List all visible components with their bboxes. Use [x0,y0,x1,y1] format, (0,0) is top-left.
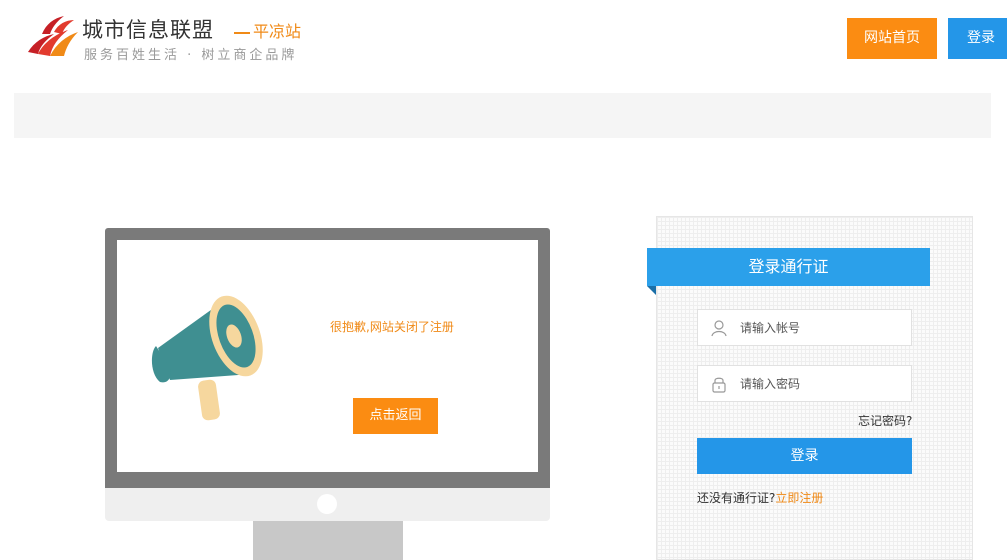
no-account-text: 还没有通行证? [697,491,776,505]
password-field[interactable] [697,365,912,402]
breadcrumb-bar [14,93,991,138]
login-title: 登录通行证 [647,248,930,286]
notice-message: 很抱歉,网站关闭了注册 [330,320,454,334]
back-button[interactable]: 点击返回 [353,398,438,434]
login-button[interactable]: 登录 [697,438,912,474]
site-logo[interactable]: 城市信息联盟 平凉站 服务百姓生活 · 树立商企品牌 [24,10,324,70]
username-field[interactable] [697,309,912,346]
forgot-password-link[interactable]: 忘记密码? [858,412,912,429]
register-line: 还没有通行证?立即注册 [697,489,823,506]
logo-city-text: 平凉站 [253,22,302,41]
logo-city: 平凉站 [234,18,301,42]
ribbon-fold [647,286,656,295]
lock-icon [712,377,726,393]
nav-login-button[interactable]: 登录 [948,18,1007,59]
flame-logo-icon [28,16,78,56]
user-icon [711,320,727,337]
logo-slogan: 服务百姓生活 · 树立商企品牌 [84,48,298,63]
nav-home-button[interactable]: 网站首页 [847,18,937,59]
username-input[interactable] [740,318,900,338]
logo-title: 城市信息联盟 [82,18,214,42]
monitor-power-dot [317,494,337,514]
logo-dash [234,31,250,34]
megaphone-icon [151,295,263,421]
register-link[interactable]: 立即注册 [775,491,823,505]
monitor-stand [253,521,403,560]
password-input[interactable] [740,374,900,394]
